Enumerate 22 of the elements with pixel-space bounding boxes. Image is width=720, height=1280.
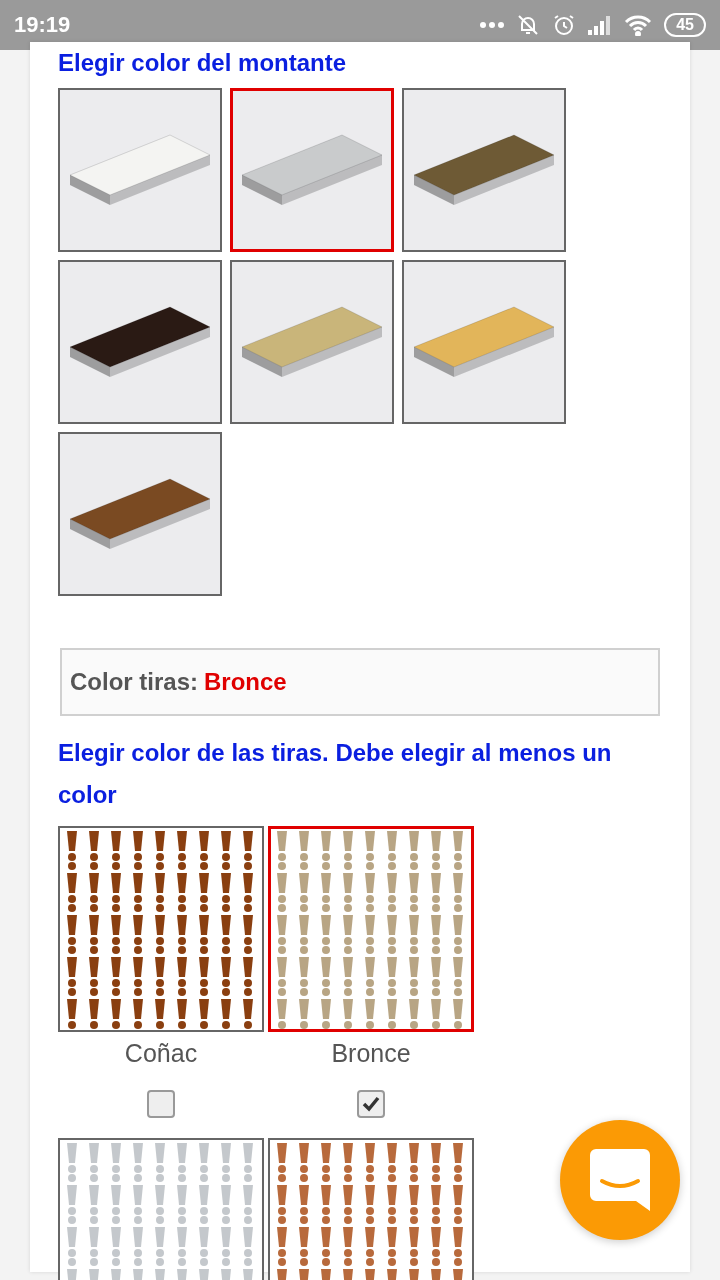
color-swatch[interactable] (58, 432, 222, 596)
swatch-label: Bronce (331, 1038, 411, 1069)
color-swatch[interactable] (230, 88, 394, 252)
checkbox[interactable] (357, 1090, 385, 1118)
chat-smile-icon (590, 1149, 650, 1211)
wifi-icon (624, 14, 653, 36)
checkbox[interactable] (147, 1090, 175, 1118)
color-swatch[interactable] (402, 88, 566, 252)
status-time: 19:19 (14, 12, 71, 38)
battery-level: 45 (664, 13, 706, 37)
signal-icon (588, 15, 613, 35)
section-heading: Elegir color del montante (58, 48, 348, 78)
swatch-label: Coñac (124, 1038, 198, 1069)
color-swatch[interactable] (402, 260, 566, 424)
section-heading: Elegir color de las tiras. Debe elegir al menos un color (58, 738, 613, 810)
color-swatch[interactable] (58, 260, 222, 424)
summary-label: Color tiras: (70, 668, 198, 696)
color-swatch[interactable] (58, 88, 222, 252)
color-swatch[interactable] (230, 260, 394, 424)
summary-value: Bronce (204, 668, 287, 696)
more-dots-icon (480, 22, 505, 28)
checkmark-icon (362, 1096, 380, 1112)
